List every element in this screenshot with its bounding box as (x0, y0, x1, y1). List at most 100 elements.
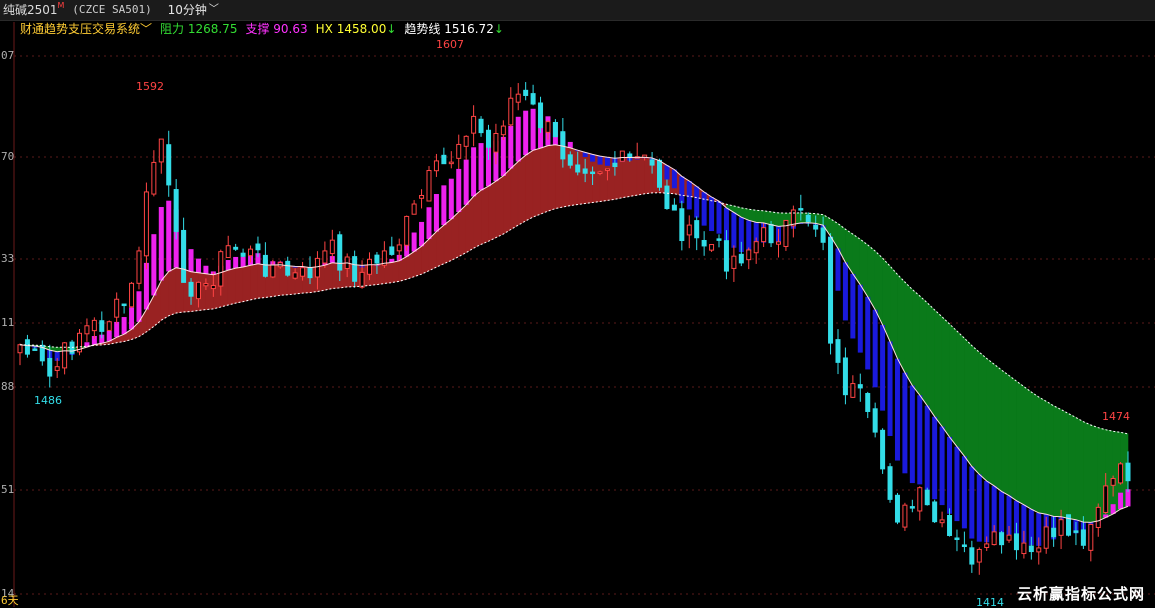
candle-down (865, 393, 871, 412)
candle-down (813, 224, 819, 230)
candle-down (24, 339, 30, 355)
resistance-bar (917, 395, 923, 485)
bull-fill-segment (451, 211, 460, 261)
candle-down (389, 246, 395, 255)
bear-fill-segment (1038, 396, 1047, 515)
candle-down (567, 154, 573, 166)
candle-up (1088, 523, 1094, 551)
support-bar (523, 110, 529, 156)
bull-fill-segment (503, 167, 512, 235)
candle-up (106, 321, 112, 331)
candle-up (686, 224, 692, 236)
support-bar (456, 168, 462, 213)
resistance-bar (835, 248, 841, 291)
bear-fill-segment (1053, 405, 1062, 518)
resistance-bar (902, 372, 908, 474)
candle-up (1021, 542, 1027, 555)
candle-down (47, 357, 53, 377)
symbol-name[interactable]: 纯碱2501M (3, 0, 64, 20)
candle-up (91, 319, 97, 332)
resistance-bar (909, 385, 915, 484)
candle-down (307, 267, 313, 279)
candle-down (947, 514, 953, 536)
candle-up (753, 241, 759, 254)
indicator-name[interactable]: 财通趋势支压交易系统﹀ (20, 21, 152, 37)
candle-up (367, 258, 373, 275)
bull-fill-segment (636, 156, 645, 196)
candle-down (181, 229, 187, 283)
legend-item-1: 支撑 90.63 (245, 22, 308, 36)
bull-fill-segment (540, 145, 549, 215)
legend-item-2: HX 1458.00 (315, 22, 387, 36)
bear-fill-segment (956, 330, 965, 458)
candle-up (136, 250, 142, 284)
bear-fill-segment (1068, 413, 1077, 521)
bull-fill-segment (235, 266, 244, 304)
candle-up (54, 366, 60, 371)
candle-up (62, 342, 68, 369)
support-bar (143, 262, 149, 310)
candle-up (195, 281, 201, 300)
candle-down (337, 234, 343, 271)
bear-fill-segment (1045, 400, 1054, 517)
candle-up (850, 383, 856, 398)
bear-fill-segment (1016, 380, 1025, 506)
support-bar (500, 136, 506, 176)
candle-up (448, 161, 454, 165)
candle-up (597, 171, 603, 174)
candle-down (374, 254, 380, 264)
candle-up (84, 325, 90, 335)
candle-up (731, 255, 737, 269)
candle-up (1058, 519, 1064, 536)
candle-up (396, 244, 402, 252)
y-axis-label: 88 (1, 380, 15, 393)
candle-down (262, 254, 268, 277)
candle-up (151, 161, 157, 195)
candle-down (649, 159, 655, 166)
legend-item-0: 阻力 1268.75 (160, 22, 238, 36)
trend-arrow-icon: ↓ (386, 22, 397, 36)
candle-up (314, 257, 320, 278)
support-bar (106, 330, 112, 342)
support-bar (419, 221, 425, 247)
bull-fill-segment (391, 260, 400, 283)
bull-fill-segment (517, 154, 526, 226)
bear-fill-segment (978, 351, 988, 482)
candle-up (991, 531, 997, 546)
bear-fill-segment (897, 273, 906, 373)
candle-up (404, 215, 410, 246)
support-bar (136, 291, 142, 322)
candle-up (1036, 547, 1042, 553)
period-selector[interactable]: 10分钟 ﹀ (168, 0, 219, 20)
price-chart[interactable]: 1607 1592 1486 1474 1414 (0, 0, 1155, 607)
support-bar (151, 234, 157, 296)
support-bar (158, 207, 164, 281)
candle-up (604, 168, 610, 171)
candle-up (433, 160, 439, 172)
candle-up (300, 267, 306, 277)
candle-up (619, 150, 625, 162)
candle-up (129, 282, 135, 308)
resistance-bar (872, 309, 878, 388)
support-bar (508, 125, 514, 169)
candle-up (210, 285, 216, 290)
candle-down (575, 164, 581, 173)
candle-down (188, 281, 194, 297)
candle-up (411, 203, 417, 215)
resistance-bar (880, 324, 886, 411)
candle-up (1110, 478, 1116, 486)
candle-up (359, 271, 365, 288)
resistance-bar (924, 405, 930, 491)
support-bar (195, 258, 201, 273)
y-axis-label: 70 (1, 150, 15, 163)
bull-fill-segment (547, 144, 556, 212)
resistance-bar (731, 212, 737, 248)
y-axis-label: 07 (1, 49, 15, 62)
support-bar (225, 260, 231, 271)
candle-up (790, 209, 796, 227)
price-annotation-high: 1592 (136, 80, 164, 93)
candle-down (1051, 527, 1057, 538)
bear-fill-segment (986, 357, 995, 487)
bear-fill-segment (926, 302, 935, 418)
price-annotation-high: 1607 (436, 38, 464, 51)
